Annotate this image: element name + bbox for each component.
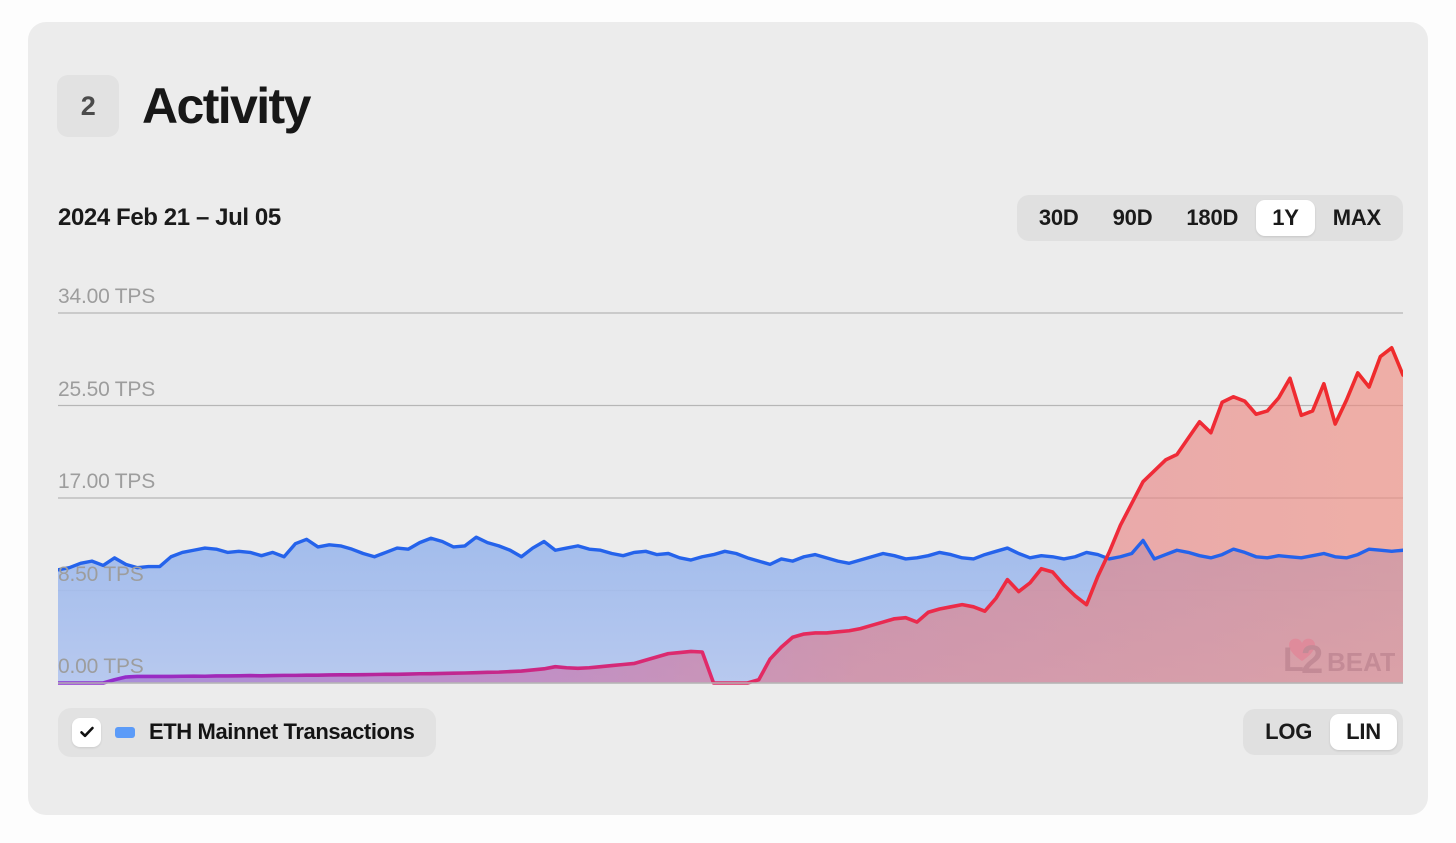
range-button-90d[interactable]: 90D <box>1097 200 1169 236</box>
chart-footer: ETH Mainnet Transactions LOG LIN <box>58 706 1403 758</box>
check-icon <box>79 726 94 738</box>
chart-canvas[interactable] <box>58 268 1403 698</box>
range-button-max[interactable]: MAX <box>1317 200 1397 236</box>
date-range-label: 2024 Feb 21 – Jul 05 <box>58 204 281 231</box>
scale-selector: LOG LIN <box>1243 709 1403 755</box>
range-button-30d[interactable]: 30D <box>1023 200 1095 236</box>
range-button-180d[interactable]: 180D <box>1170 200 1254 236</box>
scale-button-lin[interactable]: LIN <box>1330 714 1397 750</box>
section-number-badge: 2 <box>57 75 119 137</box>
legend-label: ETH Mainnet Transactions <box>149 719 415 744</box>
legend-item-eth-mainnet[interactable]: ETH Mainnet Transactions <box>58 707 437 757</box>
time-range-selector: 30D 90D 180D 1Y MAX <box>1016 195 1403 241</box>
card-header: 2 Activity <box>57 75 311 137</box>
chart-controls-row: 2024 Feb 21 – Jul 05 30D 90D 180D 1Y MAX <box>58 192 1403 244</box>
range-button-1y[interactable]: 1Y <box>1256 200 1315 236</box>
legend-color-swatch <box>115 726 135 738</box>
page-title: Activity <box>142 78 311 134</box>
legend-checkbox[interactable] <box>72 717 101 747</box>
activity-chart[interactable]: 34.00 TPS 25.50 TPS 17.00 TPS 8.50 TPS 0… <box>58 268 1403 698</box>
scale-button-log[interactable]: LOG <box>1249 714 1328 750</box>
